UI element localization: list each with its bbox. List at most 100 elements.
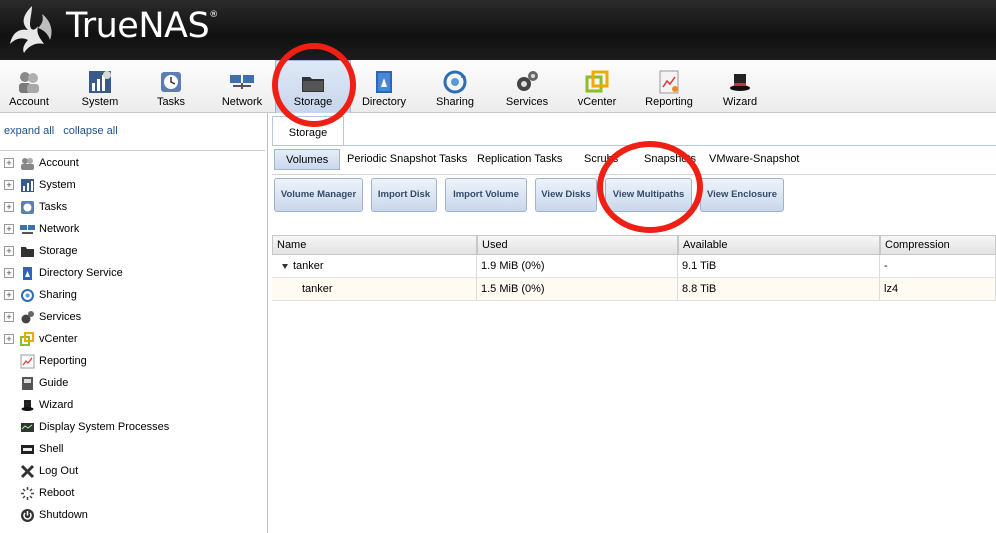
tasks-icon (21, 201, 34, 214)
tree-item-storage[interactable]: + Storage (0, 242, 265, 262)
shell-icon (21, 445, 34, 454)
network-icon (20, 225, 35, 234)
expand-icon[interactable]: + (4, 180, 14, 190)
cell-compression: - (880, 255, 996, 278)
cell-name: tanker (272, 255, 477, 278)
reboot-icon (21, 487, 34, 500)
tree-item-reboot[interactable]: Reboot (0, 484, 265, 504)
tree-item-directory-service[interactable]: + Directory Service (0, 264, 265, 284)
tab-divider (272, 145, 996, 146)
services-icon (517, 71, 538, 91)
column-header-name[interactable]: Name (272, 235, 477, 255)
column-header-available[interactable]: Available (678, 235, 880, 255)
tree-item-sharing[interactable]: + Sharing (0, 286, 265, 306)
tree-item-account[interactable]: + Account (0, 154, 265, 174)
collapse-all-link[interactable]: collapse all (63, 125, 117, 137)
toolbar-account[interactable]: Account (0, 60, 58, 113)
column-header-used[interactable]: Used (477, 235, 678, 255)
subtab-scrubs[interactable]: Scrubs (584, 149, 618, 170)
expand-icon[interactable]: + (4, 334, 14, 344)
cell-available: 9.1 TiB (678, 255, 880, 278)
vcenter-icon (20, 332, 34, 346)
tasks-icon (161, 72, 181, 92)
view-enclosure-button[interactable]: View Enclosure (700, 178, 784, 212)
cell-available: 8.8 TiB (678, 278, 880, 301)
toolbar-system[interactable]: System (72, 60, 128, 113)
toolbar-sharing[interactable]: Sharing (428, 60, 482, 113)
expand-icon[interactable]: + (4, 202, 14, 212)
storage-icon (21, 247, 34, 257)
tree-item-shutdown[interactable]: Shutdown (0, 506, 265, 526)
system-icon (89, 71, 111, 93)
subtab-snapshots[interactable]: Snapshots (644, 149, 696, 170)
subtab-vmware-snapshot[interactable]: VMware-Snapshot (709, 149, 800, 170)
directory-icon (23, 267, 32, 280)
main-toolbar: Account System Tasks Network Storage Dir… (0, 60, 996, 113)
expand-icon[interactable]: + (4, 158, 14, 168)
close-icon (20, 464, 35, 479)
tree-item-log-out[interactable]: Log Out (0, 462, 265, 482)
wizard-icon (21, 400, 34, 411)
tree-item-services[interactable]: + Services (0, 308, 265, 328)
tree-item-display-system-processes[interactable]: Display System Processes (0, 418, 265, 438)
volume-manager-button[interactable]: Volume Manager (274, 178, 363, 212)
subtab-periodic-snapshot-tasks[interactable]: Periodic Snapshot Tasks (347, 149, 467, 170)
system-icon (21, 179, 34, 192)
navigation-panel: expand all collapse all + Account + Syst… (0, 113, 268, 533)
truenas-logo-icon (10, 6, 52, 53)
column-header-compression[interactable]: Compression (880, 235, 996, 255)
cell-used: 1.9 MiB (0%) (477, 255, 678, 278)
tree-item-network[interactable]: + Network (0, 220, 265, 240)
tree-item-wizard[interactable]: Wizard (0, 396, 265, 416)
main-panel: Storage Volumes Periodic Snapshot Tasks … (272, 113, 996, 533)
view-multipaths-button[interactable]: View Multipaths (605, 178, 692, 212)
tree-item-shell[interactable]: Shell (0, 440, 265, 460)
toolbar-storage[interactable]: Storage (275, 60, 351, 113)
services-icon (21, 311, 34, 324)
expand-icon[interactable]: + (4, 290, 14, 300)
navigation-tree: + Account + System + Tasks + Network + S… (0, 150, 265, 533)
tab-storage[interactable]: Storage (272, 116, 344, 146)
toolbar-services[interactable]: Services (500, 60, 554, 113)
sharing-icon (21, 289, 34, 302)
wizard-icon (730, 74, 750, 91)
tree-item-vcenter[interactable]: + vCenter (0, 330, 265, 350)
account-icon (19, 72, 39, 93)
toolbar-reporting[interactable]: Reporting (640, 60, 698, 113)
subtab-replication-tasks[interactable]: Replication Tasks (477, 149, 562, 170)
import-volume-button[interactable]: Import Volume (445, 178, 527, 212)
reporting-icon (20, 354, 35, 369)
guide-icon (22, 377, 33, 390)
subtab-volumes[interactable]: Volumes (274, 149, 341, 170)
collapse-arrow-icon[interactable] (282, 263, 288, 269)
cell-used: 1.5 MiB (0%) (477, 278, 678, 301)
subtab-divider (272, 174, 996, 175)
toolbar-wizard[interactable]: Wizard (714, 60, 766, 113)
toolbar-network[interactable]: Network (216, 60, 268, 113)
directory-icon (376, 71, 392, 93)
tree-item-guide[interactable]: Guide (0, 374, 265, 394)
import-disk-button[interactable]: Import Disk (371, 178, 437, 212)
view-disks-button[interactable]: View Disks (535, 178, 597, 212)
vcenter-icon (585, 70, 609, 93)
toolbar-directory[interactable]: Directory (357, 60, 411, 113)
brand-name: TrueNAS® (66, 6, 218, 46)
expand-icon[interactable]: + (4, 312, 14, 322)
storage-icon (302, 77, 324, 92)
expand-icon[interactable]: + (4, 268, 14, 278)
network-icon (230, 75, 254, 89)
tree-controls: expand all collapse all (4, 125, 124, 137)
processes-icon (21, 423, 34, 432)
tree-item-tasks[interactable]: + Tasks (0, 198, 265, 218)
expand-icon[interactable]: + (4, 224, 14, 234)
storage-subtabs: Volumes Periodic Snapshot Tasks Replicat… (272, 147, 996, 174)
expand-all-link[interactable]: expand all (4, 125, 54, 137)
toolbar-tasks[interactable]: Tasks (145, 60, 197, 113)
tree-item-system[interactable]: + System (0, 176, 265, 196)
sharing-icon (443, 70, 467, 94)
tree-item-reporting[interactable]: Reporting (0, 352, 265, 372)
reporting-icon (659, 70, 679, 94)
toolbar-vcenter[interactable]: vCenter (570, 60, 624, 113)
account-icon (21, 158, 34, 170)
expand-icon[interactable]: + (4, 246, 14, 256)
